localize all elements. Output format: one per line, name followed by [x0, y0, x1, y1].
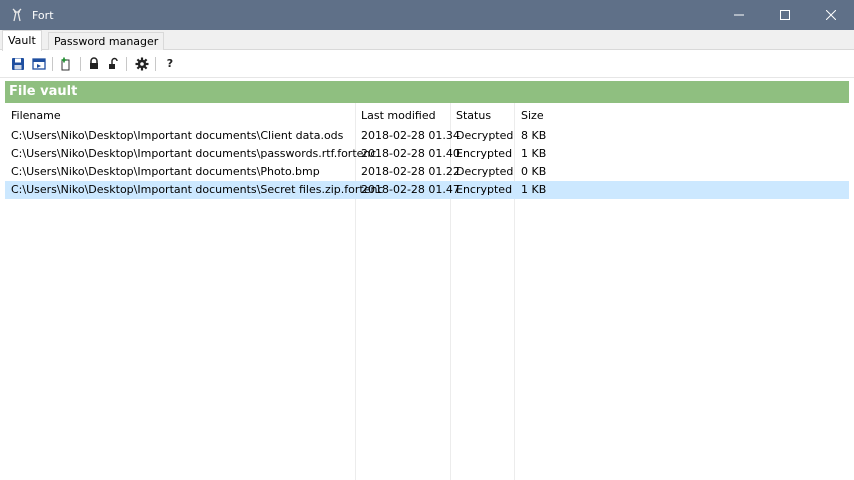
table-row[interactable]: C:\Users\Niko\Desktop\Important document… — [5, 163, 849, 181]
tab-vault[interactable]: Vault — [2, 30, 42, 51]
minimize-icon — [734, 14, 744, 16]
cell-size: 0 KB — [521, 165, 547, 178]
close-button[interactable] — [808, 0, 854, 30]
app-icon — [10, 8, 24, 22]
save-icon — [12, 58, 24, 70]
table-row[interactable]: C:\Users\Niko\Desktop\Important document… — [5, 145, 849, 163]
cell-status: Encrypted — [456, 183, 513, 196]
add-file-button[interactable] — [58, 56, 74, 72]
table-row[interactable]: C:\Users\Niko\Desktop\Important document… — [5, 127, 849, 145]
cell-filename: C:\Users\Niko\Desktop\Important document… — [11, 165, 320, 178]
toolbar: ? — [0, 51, 854, 78]
section-header: File vault — [5, 81, 849, 103]
cell-last-modified: 2018-02-28 01.40 — [361, 147, 460, 160]
column-header-row: Filename Last modified Status Size — [5, 103, 849, 125]
unlock-icon — [109, 57, 118, 69]
file-list: Filename Last modified Status Size C:\Us… — [5, 103, 849, 480]
maximize-icon — [780, 10, 790, 20]
settings-icon — [135, 57, 149, 71]
toolbar-separator — [126, 57, 127, 71]
lock-icon — [90, 57, 98, 69]
toolbar-separator — [52, 57, 53, 71]
cell-status: Encrypted — [456, 147, 513, 160]
tab-password-manager[interactable]: Password manager — [48, 32, 165, 50]
open-vault-icon — [32, 58, 46, 70]
cell-size: 1 KB — [521, 147, 547, 160]
add-file-icon — [61, 57, 70, 71]
window-title: Fort — [32, 8, 54, 22]
cell-last-modified: 2018-02-28 01.47 — [361, 183, 460, 196]
unlock-button[interactable] — [105, 56, 121, 72]
cell-filename: C:\Users\Niko\Desktop\Important document… — [11, 183, 384, 196]
toolbar-separator — [80, 57, 81, 71]
help-icon: ? — [166, 57, 174, 70]
lock-button[interactable] — [86, 56, 102, 72]
close-icon — [826, 10, 836, 20]
column-header-filename[interactable]: Filename — [11, 109, 61, 122]
cell-size: 1 KB — [521, 183, 547, 196]
settings-button[interactable] — [134, 56, 150, 72]
minimize-button[interactable] — [716, 0, 762, 30]
tab-strip: Vault Password manager — [0, 30, 854, 51]
maximize-button[interactable] — [762, 0, 808, 30]
cell-size: 8 KB — [521, 129, 547, 142]
cell-last-modified: 2018-02-28 01.34 — [361, 129, 460, 142]
toolbar-separator — [155, 57, 156, 71]
cell-status: Decrypted — [456, 165, 514, 178]
title-bar: Fort — [0, 0, 854, 30]
cell-last-modified: 2018-02-28 01.22 — [361, 165, 460, 178]
column-header-status[interactable]: Status — [456, 109, 491, 122]
window-controls — [716, 0, 854, 30]
cell-status: Decrypted — [456, 129, 514, 142]
cell-filename: C:\Users\Niko\Desktop\Important document… — [11, 129, 344, 142]
column-header-last-modified[interactable]: Last modified — [361, 109, 436, 122]
help-button[interactable]: ? — [162, 56, 178, 72]
save-button[interactable] — [10, 56, 26, 72]
open-vault-button[interactable] — [31, 56, 47, 72]
column-header-size[interactable]: Size — [521, 109, 544, 122]
table-row-selected[interactable]: C:\Users\Niko\Desktop\Important document… — [5, 181, 849, 199]
cell-filename: C:\Users\Niko\Desktop\Important document… — [11, 147, 377, 160]
